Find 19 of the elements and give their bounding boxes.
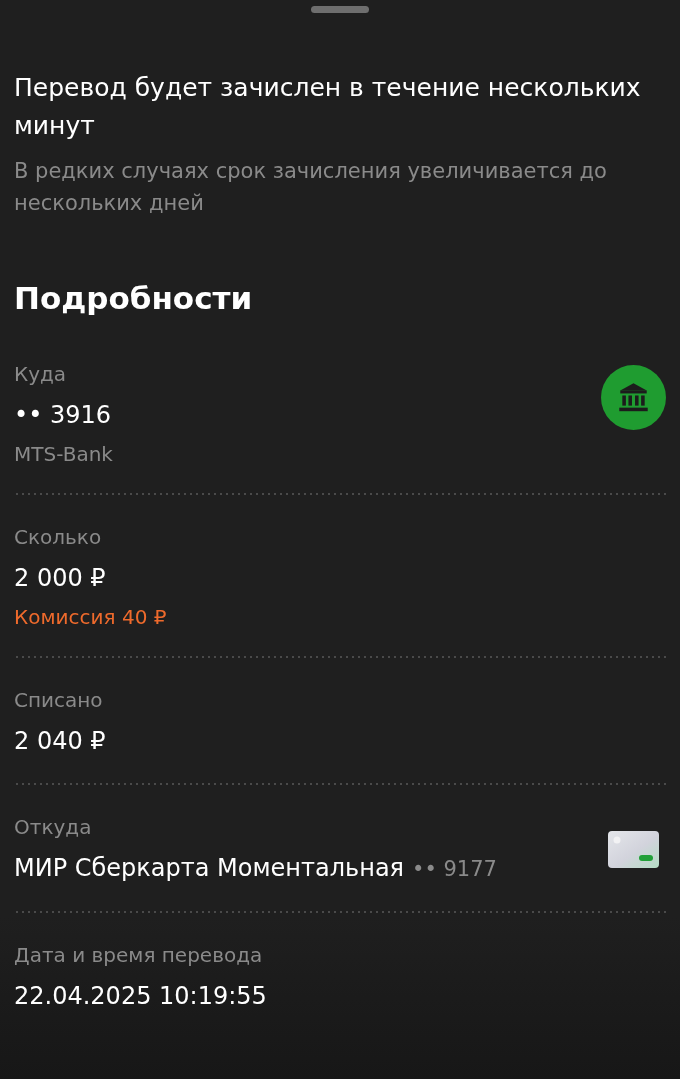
bank-card-icon (608, 831, 659, 868)
card-number: •• 9177 (412, 856, 497, 883)
field-value: МИР Сберкарта Моментальная (14, 853, 405, 884)
bank-building-icon (601, 365, 666, 430)
notice-title: Перевод будет зачислен в течение нескольких минут (14, 72, 642, 142)
field-label: Дата и время перевода (14, 942, 264, 969)
field-label: Откуда (14, 814, 93, 841)
drag-handle[interactable] (311, 6, 369, 13)
notice-text: В редких случаях срок зачисления увеличивается до нескольких дней (14, 158, 608, 217)
field-value: 2 040 ₽ (14, 726, 106, 757)
field-label: Сколько (14, 524, 103, 551)
field-label: Списано (14, 687, 104, 714)
field-value: 2 000 ₽ (14, 563, 106, 594)
field-value: 22.04.2025 10:19:55 (14, 981, 267, 1012)
field-value: •• 3916 (14, 400, 112, 431)
bank-name: MTS-Bank (14, 441, 114, 468)
field-label: Куда (14, 361, 68, 388)
fee-text: Комиссия 40 ₽ (14, 604, 168, 631)
section-heading: Подробности (14, 279, 254, 318)
